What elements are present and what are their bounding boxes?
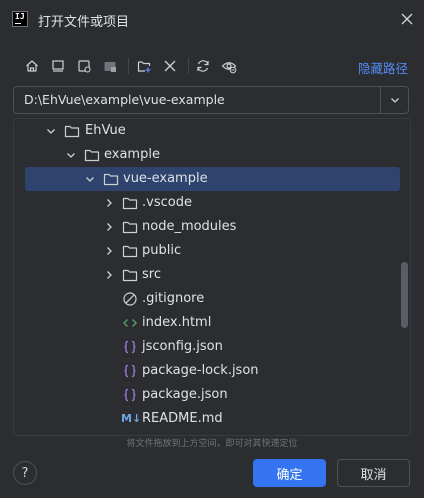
refresh-button[interactable] [191,54,215,78]
hide-path-link[interactable]: 隐藏路径 [358,58,408,77]
selection-highlight [25,167,400,191]
folder-icon [64,125,80,138]
markdown-file-icon: M↓ [121,412,142,425]
folder-icon [84,149,100,162]
project-folder-icon [78,60,91,73]
show-hidden-button[interactable] [217,54,241,78]
html-file-icon [122,318,138,328]
tree-item-public[interactable]: public [14,239,410,263]
tree-item-readme-md[interactable]: M↓ README.md [14,407,410,431]
path-combobox[interactable]: D:\EhVue\example\vue-example [13,86,409,114]
home-button[interactable] [20,54,44,78]
drag-drop-hint: 将文件拖放到上方空间，即可对其快速定位 [126,439,298,449]
tree-item-index-html[interactable]: index.html [14,311,410,335]
tree-item-gitignore[interactable]: .gitignore [14,287,410,311]
tree-item-vscode[interactable]: .vscode [14,191,410,215]
window-title: 打开文件或项目 [38,15,130,30]
desktop-button[interactable] [46,54,70,78]
help-button[interactable]: ? [13,461,37,485]
close-icon [401,13,413,25]
folder-icon [103,173,119,186]
ok-button[interactable]: 确定 [253,459,326,487]
home-icon [26,60,38,72]
tree-item-vue-example[interactable]: vue-example [14,167,410,191]
title-bar: IJ 打开文件或项目 [0,0,424,40]
app-logo-icon: IJ [12,11,28,27]
tree-item-example[interactable]: example [14,143,410,167]
tree-item-package-lock-json[interactable]: package-lock.json [14,359,410,383]
new-folder-button[interactable] [132,54,156,78]
chevron-down-icon [390,98,399,103]
chevron-right-icon[interactable] [103,245,115,257]
toolbar: 隐藏路径 [18,54,408,78]
delete-icon [164,60,176,72]
chevron-down-icon[interactable] [45,125,57,137]
folder-icon [122,245,138,258]
folder-icon [122,221,138,234]
ignore-file-icon [123,292,137,306]
json-file-icon [124,388,136,402]
delete-button[interactable] [158,54,182,78]
desktop-icon [52,60,64,72]
refresh-icon [197,60,209,72]
module-folder-button[interactable] [98,54,122,78]
tree-item-src[interactable]: src [14,263,410,287]
folder-icon [122,197,138,210]
path-input[interactable]: D:\EhVue\example\vue-example [24,92,225,107]
show-hidden-icon [221,62,237,74]
path-history-dropdown[interactable] [381,87,408,113]
close-button[interactable] [400,12,414,26]
cancel-button[interactable]: 取消 [337,459,410,487]
new-folder-icon [137,61,151,73]
file-tree[interactable]: EhVue example vue-example .vscode node_m… [13,118,411,436]
chevron-right-icon[interactable] [103,197,115,209]
tree-item-ehvue[interactable]: EhVue [14,119,410,143]
tree-scrollbar[interactable] [401,262,408,328]
module-folder-icon [104,62,116,72]
json-file-icon [124,364,136,378]
chevron-right-icon[interactable] [103,269,115,281]
tree-item-package-json[interactable]: package.json [14,383,410,407]
chevron-down-icon[interactable] [84,173,96,185]
project-folder-button[interactable] [72,54,96,78]
chevron-right-icon[interactable] [103,221,115,233]
tree-item-jsconfig-json[interactable]: jsconfig.json [14,335,410,359]
chevron-down-icon[interactable] [65,149,77,161]
json-file-icon [124,340,136,354]
folder-icon [122,269,138,282]
tree-item-node-modules[interactable]: node_modules [14,215,410,239]
